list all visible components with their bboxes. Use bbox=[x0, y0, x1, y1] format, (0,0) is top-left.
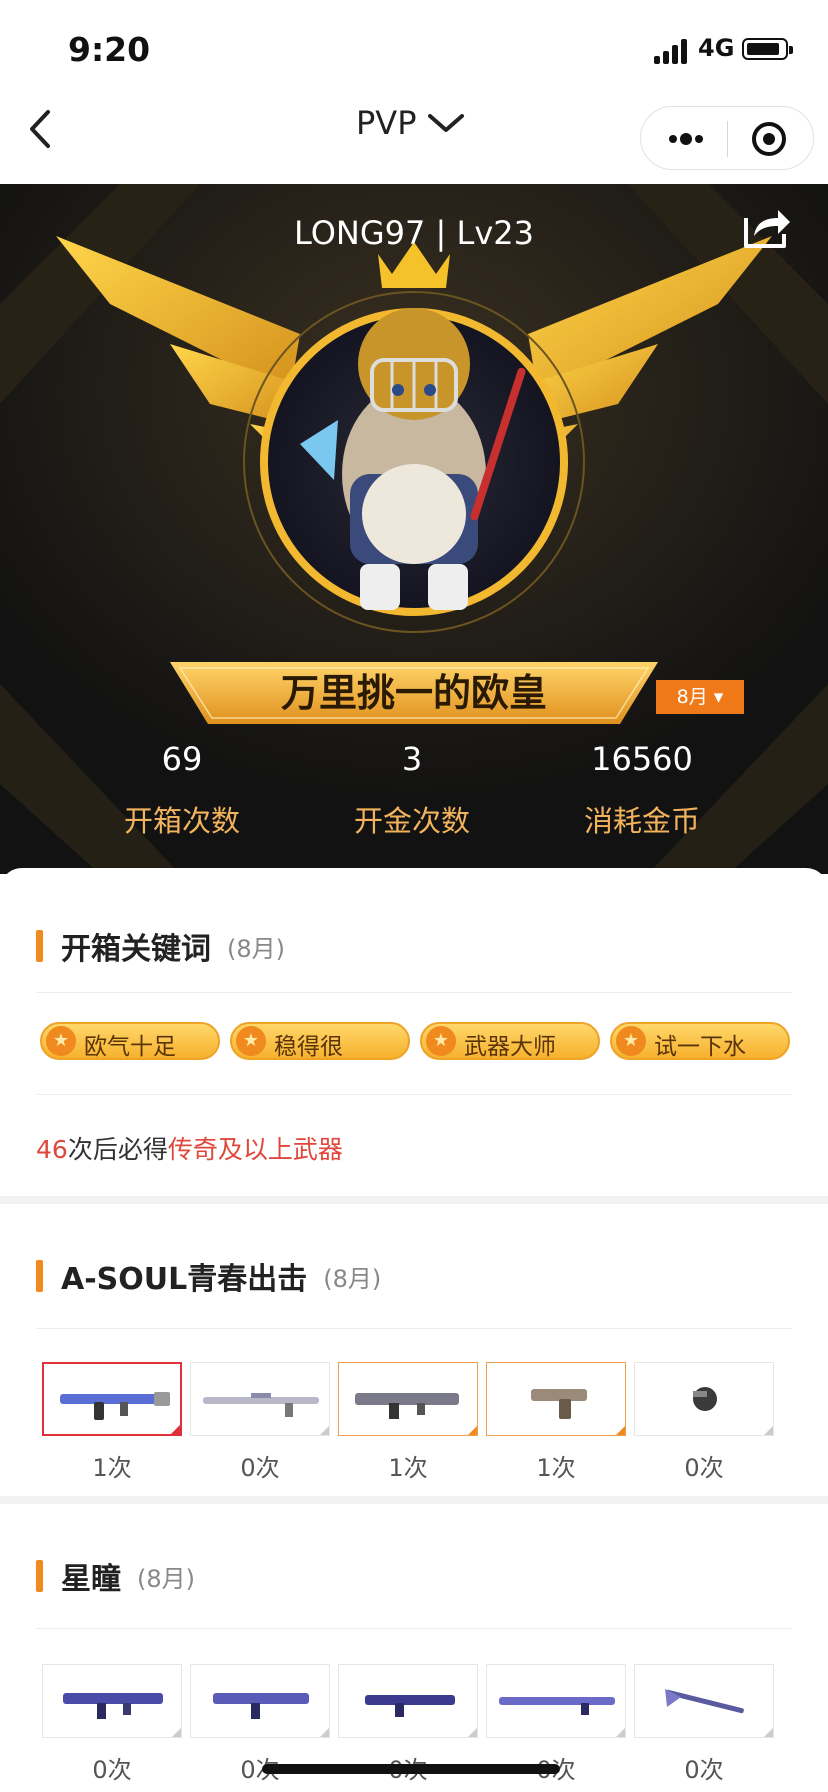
stat-label: 开箱次数 bbox=[123, 804, 240, 838]
collection-card-xingtong: 星瞳 (8月) 0次 0次 0次 0次 0次 bbox=[0, 1504, 828, 1792]
weapon-thumbnail bbox=[190, 1664, 330, 1738]
weapon-count: 0次 bbox=[684, 1756, 724, 1784]
stat-label: 消耗金币 bbox=[583, 804, 700, 838]
section-title: 星瞳 bbox=[61, 1562, 121, 1597]
weapon-count: 0次 bbox=[92, 1756, 132, 1784]
username-level: LONG97 | Lv23 bbox=[294, 214, 534, 252]
guarantee-text: 46次后必得传奇及以上武器 bbox=[36, 1135, 343, 1164]
keywords-card: 开箱关键词 (8月) ★ 欧气十足 ★ 稳得很 ★ 武器大师 ★ 试一下水 46次后必得… bbox=[0, 868, 828, 1196]
weapon-item[interactable]: 1次 bbox=[486, 1362, 626, 1483]
battery-icon bbox=[742, 38, 793, 60]
collection-card-asoul: A-SOUL青春出击 (8月) 1次 0次 1次 1次 0次 bbox=[0, 1204, 828, 1496]
section-month: (8月) bbox=[323, 1264, 382, 1293]
close-target-icon[interactable] bbox=[729, 107, 815, 171]
signal-icon bbox=[654, 38, 690, 64]
keyword-tag: ★ 武器大师 bbox=[420, 1022, 600, 1060]
stat-value: 16560 bbox=[591, 740, 693, 778]
section-title: A-SOUL青春出击 bbox=[61, 1262, 308, 1297]
weapon-count: 0次 bbox=[240, 1454, 280, 1482]
section-month: (8月) bbox=[137, 1564, 195, 1593]
star-icon: ★ bbox=[46, 1026, 76, 1056]
weapon-item[interactable]: 1次 bbox=[338, 1362, 478, 1483]
weapon-thumbnail bbox=[634, 1362, 774, 1436]
status-time: 9:20 bbox=[68, 30, 151, 69]
keyword-tag: ★ 稳得很 bbox=[230, 1022, 410, 1060]
weapon-thumbnail bbox=[486, 1664, 626, 1738]
collection-header: 星瞳 (8月) bbox=[36, 1554, 195, 1598]
weapon-thumbnail bbox=[338, 1664, 478, 1738]
network-type: 4G bbox=[698, 34, 735, 62]
keywords-header: 开箱关键词 (8月) bbox=[36, 924, 285, 968]
weapon-thumbnail bbox=[42, 1362, 182, 1436]
keyword-tags: ★ 欧气十足 ★ 稳得很 ★ 武器大师 ★ 试一下水 bbox=[40, 1022, 800, 1060]
nav-bar: PVP bbox=[0, 92, 828, 184]
weapon-item[interactable]: 0次 bbox=[42, 1664, 182, 1785]
weapon-thumbnail bbox=[634, 1664, 774, 1738]
keyword-tag: ★ 欧气十足 bbox=[40, 1022, 220, 1060]
month-filter-button[interactable]: 8月 ▾ bbox=[656, 680, 744, 714]
stat-label: 开金次数 bbox=[353, 804, 470, 838]
weapon-thumbnail bbox=[190, 1362, 330, 1436]
mode-title: PVP bbox=[356, 104, 417, 142]
section-month: (8月) bbox=[227, 934, 285, 963]
weapon-item[interactable]: 0次 bbox=[634, 1664, 774, 1785]
chevron-down-icon bbox=[428, 114, 465, 132]
status-bar: 9:20 4G bbox=[0, 0, 828, 92]
keyword-tag: ★ 试一下水 bbox=[610, 1022, 790, 1060]
star-icon: ★ bbox=[426, 1026, 456, 1056]
weapon-count: 0次 bbox=[684, 1454, 724, 1482]
mini-program-capsule bbox=[640, 106, 814, 170]
weapon-item[interactable]: 0次 bbox=[634, 1362, 774, 1483]
stat-coins-spent: 16560 消耗金币 bbox=[522, 740, 762, 840]
share-icon[interactable] bbox=[740, 202, 794, 252]
back-icon[interactable] bbox=[20, 104, 60, 154]
profile-hero: LONG97 | Lv23 万里挑一的欧皇 8月 ▾ 69 开箱次数 3 开金次… bbox=[0, 184, 828, 874]
more-icon[interactable] bbox=[641, 107, 727, 171]
weapon-thumbnail bbox=[42, 1664, 182, 1738]
stat-value: 3 bbox=[401, 740, 423, 778]
weapon-thumbnail bbox=[486, 1362, 626, 1436]
weapon-count: 1次 bbox=[536, 1454, 576, 1482]
star-icon: ★ bbox=[236, 1026, 266, 1056]
star-icon: ★ bbox=[616, 1026, 646, 1056]
weapon-count: 1次 bbox=[388, 1454, 428, 1482]
weapon-thumbnail bbox=[338, 1362, 478, 1436]
stat-open-count: 69 开箱次数 bbox=[62, 740, 302, 840]
stat-value: 69 bbox=[161, 740, 203, 778]
weapon-item[interactable]: 1次 bbox=[42, 1362, 182, 1483]
collection-header: A-SOUL青春出击 (8月) bbox=[36, 1254, 381, 1298]
home-indicator bbox=[262, 1764, 560, 1774]
weapon-item[interactable]: 0次 bbox=[190, 1362, 330, 1483]
weapon-count: 1次 bbox=[92, 1454, 132, 1482]
section-title: 开箱关键词 bbox=[61, 932, 211, 967]
weapon-list: 1次 0次 1次 1次 0次 bbox=[42, 1362, 782, 1483]
mode-switcher[interactable]: PVP bbox=[356, 104, 468, 142]
stat-gold-count: 3 开金次数 bbox=[292, 740, 532, 840]
